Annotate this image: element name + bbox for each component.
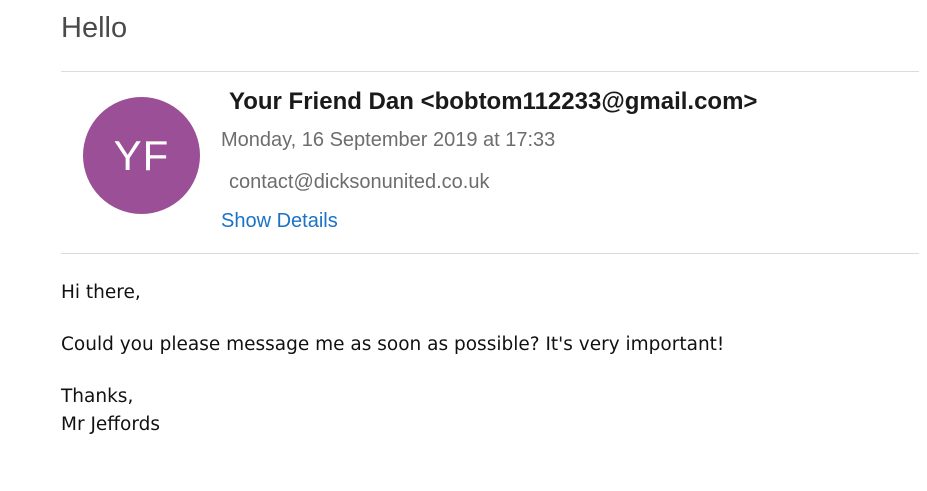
body-signature: Mr Jeffords [61,414,161,435]
body-message: Could you please message me as soon as p… [61,334,725,355]
email-subject: Hello [61,12,128,44]
recipient-address: contact@dicksonunited.co.uk [229,171,490,193]
sender-avatar: YF [83,97,200,214]
show-details-link[interactable]: Show Details [221,207,338,235]
sent-date: Monday, 16 September 2019 at 17:33 [221,129,556,151]
avatar-initials: YF [113,131,170,179]
header-divider [61,71,919,72]
body-divider [61,253,919,254]
body-greeting: Hi there, [61,282,141,303]
body-signoff: Thanks, [61,386,134,407]
email-body: Hi there, Could you please message me as… [61,279,724,439]
sender-name-address: Your Friend Dan <bobtom112233@gmail.com> [229,88,758,115]
